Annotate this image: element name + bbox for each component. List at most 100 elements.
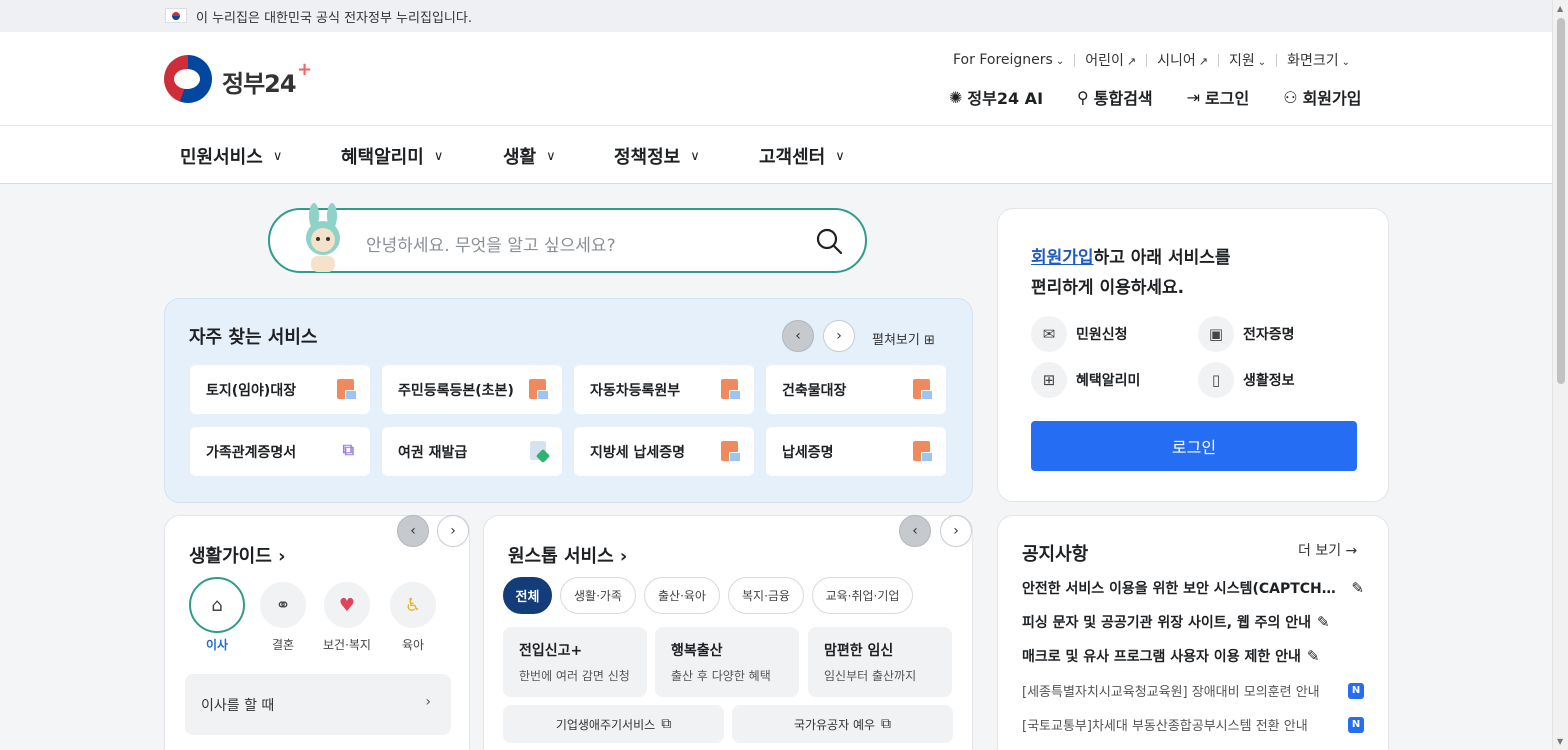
chip-birth-childcare[interactable]: 출산·육아 [644, 577, 720, 614]
page-scrollbar[interactable]: ▲ ▼ [1552, 0, 1568, 750]
scroll-down-icon[interactable]: ▼ [1557, 737, 1563, 746]
login-promo-text: 회원가입하고 아래 서비스를 편리하게 이용하세요. [1031, 248, 1231, 298]
external-link-icon: ↗ [1198, 55, 1208, 68]
bookmark-icon: ▯ [1198, 362, 1234, 398]
chip-edu-job-biz[interactable]: 교육·취업·기업 [812, 577, 913, 614]
edit-document-icon [530, 441, 546, 460]
service-item[interactable]: 여권 재발급 [382, 427, 562, 476]
new-badge: N [1348, 682, 1364, 699]
pin-icon: ✎ [1306, 647, 1320, 665]
quick-life-info[interactable]: ▯ 생활정보 [1198, 362, 1295, 398]
onestop-title[interactable]: 원스톱 서비스 › [508, 542, 627, 568]
onestop-item[interactable]: 맘편한 임신 임신부터 출산까지 [808, 627, 952, 697]
onestop-link[interactable]: 기업생애주기서비스 ⧉ [503, 705, 724, 743]
notice-more-link[interactable]: 더 보기 → [1298, 540, 1357, 560]
rings-icon: ⚭ [260, 582, 306, 628]
notice-item[interactable]: 안전한 서비스 이용을 위한 보안 시스템(CAPTCHA) 도입 안내✎ [1022, 578, 1364, 598]
taegeuk-logo-icon [164, 55, 212, 103]
quick-benefit-alert[interactable]: ⊞ 혜택알리미 [1031, 362, 1140, 398]
chevron-down-icon: ∨ [835, 148, 845, 164]
scrollbar-thumb[interactable] [1557, 18, 1565, 384]
arrow-right-icon: → [1345, 543, 1358, 559]
global-nav: 민원서비스 ∨ 혜택알리미 ∨ 생활 ∨ 정책정보 ∨ 고객센터 ∨ [0, 126, 1552, 184]
gnb-item-policy[interactable]: 정책정보 ∨ [614, 143, 700, 169]
gnb-item-customer-center[interactable]: 고객센터 ∨ [759, 143, 845, 169]
house-icon: ⌂ [189, 577, 245, 633]
gov24-ai-button[interactable]: ✺ 정부24 AI [949, 85, 1043, 109]
gov-notice-bar: 이 누리집은 대한민국 공식 전자정부 누리집입니다. [0, 0, 1552, 32]
chevron-down-icon: ∨ [546, 148, 556, 164]
life-category-moving[interactable]: ⌂ 이사 [189, 577, 245, 653]
bunny-mascot-icon [306, 203, 340, 272]
login-button[interactable]: 로그인 [1031, 421, 1357, 471]
chip-life-family[interactable]: 생활·가족 [560, 577, 636, 614]
life-guide-title[interactable]: 생활가이드 › [189, 542, 286, 568]
login-link[interactable]: ⇥ 로그인 [1187, 85, 1250, 109]
document-icon [721, 441, 741, 462]
gov24-logo[interactable]: 정부24 + [164, 55, 324, 105]
life-guide-item[interactable]: 이사를 할 때 › [185, 674, 451, 735]
font-size-menu[interactable]: 화면크기 ⌄ [1287, 50, 1350, 70]
gnb-item-benefit-alert[interactable]: 혜택알리미 ∨ [341, 143, 443, 169]
add-user-icon: ⚇ [1283, 87, 1298, 107]
document-icon [913, 379, 933, 400]
life-guide-prev-button[interactable]: ‹ [397, 515, 429, 547]
service-item[interactable]: 납세증명 [766, 427, 946, 476]
notice-item[interactable]: [세종특별자치시교육청교육원] 장애대비 모의훈련 안내 N [1022, 681, 1364, 700]
prev-button[interactable]: ‹ [782, 320, 814, 352]
search-icon[interactable] [815, 227, 843, 255]
external-link-icon: ⧉ [881, 716, 892, 732]
support-menu[interactable]: 지원 ⌄ [1229, 50, 1266, 70]
chip-welfare-finance[interactable]: 복지·금융 [728, 577, 804, 614]
senior-link[interactable]: 시니어 ↗ [1157, 50, 1208, 70]
life-category-marriage[interactable]: ⚭ 결혼 [255, 582, 311, 653]
onestop-item[interactable]: 전입신고+ 한번에 여러 감면 신청 [503, 627, 647, 697]
service-item[interactable]: 주민등록등본(초본) [382, 365, 562, 414]
notice-item[interactable]: 피싱 문자 및 공공기관 위장 사이트, 웹 주의 안내 ✎ [1022, 612, 1364, 632]
stroller-icon: ♿ [390, 582, 436, 628]
chevron-right-icon: › [953, 523, 959, 539]
quick-civil-application[interactable]: ✉ 민원신청 [1031, 316, 1128, 352]
quick-e-certificate[interactable]: ▣ 전자증명 [1198, 316, 1295, 352]
onestop-prev-button[interactable]: ‹ [899, 515, 931, 547]
life-guide-next-button[interactable]: › [437, 515, 469, 547]
next-button[interactable]: › [823, 320, 855, 352]
life-category-health-welfare[interactable]: ♥ 보건·복지 [319, 582, 375, 653]
expand-view-button[interactable]: 펼쳐보기 ⊞ [872, 329, 935, 348]
life-category-childcare[interactable]: ♿ 육아 [385, 582, 441, 653]
mail-icon: ✉ [1031, 316, 1067, 352]
kids-link[interactable]: 어린이 ↗ [1085, 50, 1136, 70]
korea-flag-icon [165, 8, 187, 23]
chevron-right-icon: › [450, 523, 456, 539]
service-item[interactable]: 자동차등록원부 [574, 365, 754, 414]
scroll-up-icon[interactable]: ▲ [1557, 4, 1563, 13]
site-header: 정부24 + For Foreigners ⌄ 어린이 ↗ 시니어 ↗ 지원 ⌄ 화면크… [0, 32, 1552, 126]
onestop-next-button[interactable]: › [940, 515, 972, 547]
frequent-services-title: 자주 찾는 서비스 [189, 327, 318, 348]
onestop-item[interactable]: 행복출산 출산 후 다양한 혜택 [655, 627, 799, 697]
service-item[interactable]: 가족관계증명서 ⧉ [190, 427, 370, 476]
chevron-left-icon: ‹ [912, 523, 918, 539]
gnb-item-civil-service[interactable]: 민원서비스 ∨ [180, 143, 282, 169]
service-item[interactable]: 토지(임야)대장 [190, 365, 370, 414]
service-item[interactable]: 지방세 납세증명 [574, 427, 754, 476]
notice-item[interactable]: 매크로 및 유사 프로그램 사용자 이용 제한 안내 ✎ [1022, 646, 1364, 666]
chevron-right-icon: › [836, 328, 842, 344]
signup-link[interactable]: 회원가입 [1031, 248, 1094, 268]
chevron-down-icon: ⌄ [1341, 57, 1351, 68]
service-item[interactable]: 건축물대장 [766, 365, 946, 414]
search-placeholder: 안녕하세요. 무엇을 알고 싶으세요? [366, 236, 616, 256]
integrated-search-button[interactable]: ⚲ 통합검색 [1077, 85, 1153, 109]
chip-all[interactable]: 전체 [503, 577, 552, 614]
gnb-item-life[interactable]: 생활 ∨ [503, 143, 556, 169]
notice-item[interactable]: [국토교통부]차세대 부동산종합공부시스템 전환 안내 N [1022, 715, 1364, 734]
signup-link[interactable]: ⚇ 회원가입 [1283, 85, 1361, 109]
for-foreigners-link[interactable]: For Foreigners ⌄ [953, 52, 1064, 68]
onestop-link[interactable]: 국가유공자 예우 ⧉ [732, 705, 953, 743]
main-search-bar[interactable]: 안녕하세요. 무엇을 알고 싶으세요? [268, 203, 867, 273]
grid-icon: ⊞ [923, 333, 935, 348]
pin-icon: ✎ [1317, 613, 1330, 631]
life-guide-panel: 생활가이드 › ⌂ 이사 ⚭ 결혼 ♥ 보건·복지 ♿ 육아 이사를 할 때 › [164, 515, 470, 750]
pin-icon: ✎ [1351, 579, 1364, 597]
chevron-right-icon: › [278, 546, 286, 567]
